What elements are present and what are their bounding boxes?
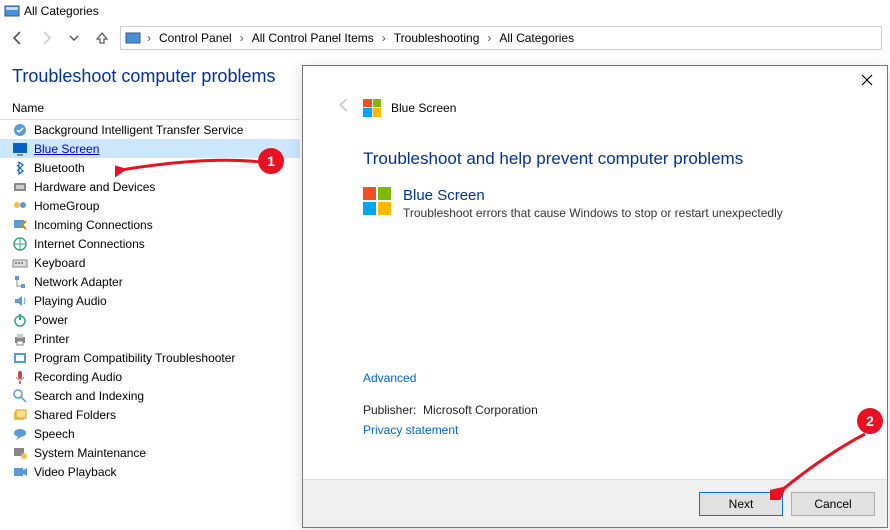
list-item[interactable]: Power [0,310,300,329]
compat-icon [12,350,28,366]
list-item[interactable]: Incoming Connections [0,215,300,234]
advanced-link[interactable]: Advanced [363,371,538,385]
annotation-arrow-1 [115,154,265,180]
chevron-right-icon: › [378,31,390,45]
list-item-label: Hardware and Devices [34,180,155,194]
list-item-label: Internet Connections [34,237,145,251]
annotation-arrow-2 [770,430,880,500]
chevron-right-icon: › [483,31,495,45]
list-item-label: Shared Folders [34,408,116,422]
list-item[interactable]: System Maintenance [0,443,300,462]
incoming-icon [12,217,28,233]
bluescreen-icon [12,141,28,157]
breadcrumb-item[interactable]: Control Panel [157,31,234,45]
speech-icon [12,426,28,442]
history-dropdown[interactable] [64,28,84,48]
service-icon [12,122,28,138]
list-item-label: Incoming Connections [34,218,153,232]
list-item-label: Bluetooth [34,161,85,175]
annotation-marker-2: 2 [857,408,883,434]
app-icon [4,3,20,19]
navigation-bar: › Control Panel › All Control Panel Item… [0,22,890,54]
window-title: All Categories [24,4,99,18]
list-item-label: HomeGroup [34,199,99,213]
list-item[interactable]: HomeGroup [0,196,300,215]
list-item-label: Video Playback [34,465,117,479]
list-item-label: Background Intelligent Transfer Service [34,123,243,137]
list-item-label: Recording Audio [34,370,122,384]
internet-icon [12,236,28,252]
list-item-label: Blue Screen [34,142,99,156]
list-item-label: Playing Audio [34,294,107,308]
folders-icon [12,407,28,423]
list-item[interactable]: Recording Audio [0,367,300,386]
dialog-header-title: Blue Screen [391,101,456,115]
microsoft-logo-icon [363,187,391,215]
list-item[interactable]: Search and Indexing [0,386,300,405]
list-item-label: Keyboard [34,256,85,270]
printer-icon [12,331,28,347]
breadcrumb[interactable]: › Control Panel › All Control Panel Item… [120,26,882,50]
list-item[interactable]: Playing Audio [0,291,300,310]
video-icon [12,464,28,480]
list-item-label: Speech [34,427,75,441]
list-item-label: Search and Indexing [34,389,144,403]
list-item[interactable]: Speech [0,424,300,443]
breadcrumb-root-icon [125,30,141,46]
list-item-label: System Maintenance [34,446,146,460]
privacy-link[interactable]: Privacy statement [363,423,538,437]
list-item-label: Network Adapter [34,275,123,289]
close-button[interactable] [855,70,879,94]
dialog-title: Troubleshoot and help prevent computer p… [363,149,827,169]
publisher-label: Publisher: Microsoft Corporation [363,403,538,417]
list-item[interactable]: Keyboard [0,253,300,272]
forward-button[interactable] [36,28,56,48]
microsoft-logo-icon [363,99,381,117]
dialog-back-button [335,96,353,119]
list-item-label: Program Compatibility Troubleshooter [34,351,235,365]
troubleshooter-description: Troubleshoot errors that cause Windows t… [403,206,783,220]
audio-icon [12,293,28,309]
list-item[interactable]: Printer [0,329,300,348]
mic-icon [12,369,28,385]
back-button[interactable] [8,28,28,48]
network-icon [12,274,28,290]
breadcrumb-item[interactable]: All Categories [497,31,576,45]
breadcrumb-item[interactable]: Troubleshooting [392,31,482,45]
keyboard-icon [12,255,28,271]
power-icon [12,312,28,328]
hardware-icon [12,179,28,195]
list-item-label: Printer [34,332,69,346]
annotation-marker-1: 1 [258,148,284,174]
list-item[interactable]: Network Adapter [0,272,300,291]
list-item[interactable]: Video Playback [0,462,300,481]
bluetooth-icon [12,160,28,176]
list-item-label: Power [34,313,68,327]
up-button[interactable] [92,28,112,48]
breadcrumb-item[interactable]: All Control Panel Items [250,31,376,45]
chevron-right-icon: › [236,31,248,45]
list-item[interactable]: Internet Connections [0,234,300,253]
column-header-name[interactable]: Name [0,95,300,120]
maintenance-icon [12,445,28,461]
list-item[interactable]: Program Compatibility Troubleshooter [0,348,300,367]
list-item[interactable]: Background Intelligent Transfer Service [0,120,300,139]
homegroup-icon [12,198,28,214]
search-icon [12,388,28,404]
troubleshooter-name: Blue Screen [403,187,783,204]
chevron-right-icon: › [143,31,155,45]
list-item[interactable]: Shared Folders [0,405,300,424]
window-titlebar: All Categories [0,0,890,22]
